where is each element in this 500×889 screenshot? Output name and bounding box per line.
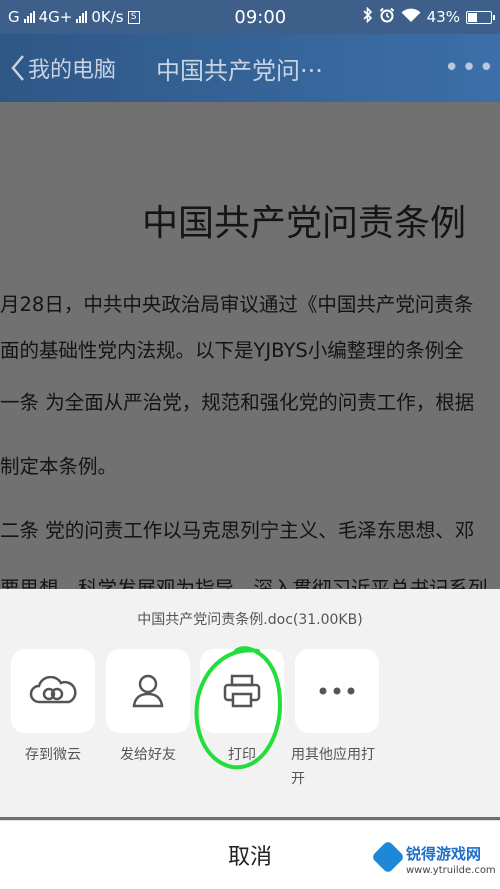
printer-icon bbox=[223, 674, 261, 708]
carrier-label: G bbox=[8, 8, 20, 26]
send-to-friend-button[interactable]: 发给好友 bbox=[106, 649, 190, 767]
sim-icon: S bbox=[127, 10, 140, 24]
cloud-icon bbox=[29, 676, 77, 704]
document-line: 月28日，中共中央政治局审议通过《中国共产党问责条 bbox=[0, 293, 474, 316]
document-line: 面的基础性党内法规。以下是YJBYS小编整理的条例全 bbox=[0, 339, 464, 362]
action-label: 发给好友 bbox=[120, 747, 176, 763]
open-with-other-app-button[interactable]: 用其他应用打开 bbox=[291, 649, 391, 791]
page-title: 中国共产党问··· bbox=[156, 56, 323, 85]
print-button[interactable]: 打印 bbox=[200, 649, 284, 767]
action-tile[interactable] bbox=[11, 649, 95, 733]
document-title: 中国共产党问责条例 bbox=[142, 203, 467, 244]
action-label: 用其他应用打开 bbox=[291, 747, 375, 787]
document-preview: 中国共产党问责条例 月28日，中共中央政治局审议通过《中国共产党问责条 面的基础… bbox=[0, 102, 500, 589]
action-label: 存到微云 bbox=[25, 747, 81, 763]
watermark: 锐得游戏网 www.ytruilde.com bbox=[371, 840, 496, 885]
status-time: 09:00 bbox=[234, 6, 287, 28]
action-label: 打印 bbox=[228, 747, 256, 763]
document-line: 一条 为全面从严治党，规范和强化党的问责工作，根据 bbox=[0, 391, 475, 414]
document-line: 制定本条例。 bbox=[0, 455, 118, 478]
action-tile[interactable] bbox=[200, 649, 284, 733]
more-dots-icon bbox=[319, 687, 355, 695]
network-label: 4G+ bbox=[38, 8, 73, 26]
signal-icon bbox=[23, 11, 35, 23]
document-line: 要思想、科学发展观为指导，深入贯彻习近平总书记系列 bbox=[0, 577, 488, 589]
watermark-logo-icon bbox=[371, 840, 405, 874]
nav-bar: 我的电脑 中国共产党问··· ••• bbox=[0, 34, 500, 102]
file-name: 中国共产党问责条例.doc(31.00KB) bbox=[137, 612, 363, 628]
back-label: 我的电脑 bbox=[28, 58, 117, 83]
bluetooth-icon bbox=[363, 6, 373, 27]
document-line: 二条 党的问责工作以马克思列宁主义、毛泽东思想、邓 bbox=[0, 519, 475, 542]
cancel-label: 取消 bbox=[227, 845, 272, 870]
battery-level bbox=[468, 12, 478, 22]
back-button[interactable]: 我的电脑 bbox=[0, 52, 150, 84]
action-tile[interactable] bbox=[106, 649, 190, 733]
watermark-title: 锐得游戏网 bbox=[406, 845, 482, 863]
battery-percent: 43% bbox=[426, 8, 460, 26]
battery-icon bbox=[466, 10, 495, 24]
speed-label: 0K/s bbox=[91, 8, 124, 26]
watermark-url: www.ytruilde.com bbox=[406, 865, 496, 876]
more-menu-button[interactable]: ••• bbox=[440, 53, 500, 83]
person-icon bbox=[132, 674, 164, 708]
share-sheet: 中国共产党问责条例.doc(31.00KB) 存到微云 发给好友 打印 用其他应… bbox=[0, 589, 500, 817]
alarm-icon bbox=[379, 7, 395, 27]
status-right: 43% bbox=[363, 6, 495, 27]
signal-icon-2 bbox=[76, 11, 88, 23]
action-tile[interactable] bbox=[295, 649, 379, 733]
save-to-weiyun-button[interactable]: 存到微云 bbox=[11, 649, 95, 767]
wifi-icon bbox=[401, 8, 421, 27]
chevron-left-icon bbox=[11, 55, 24, 81]
status-bar: G 4G+ 0K/s S 09:00 43% bbox=[0, 0, 500, 34]
